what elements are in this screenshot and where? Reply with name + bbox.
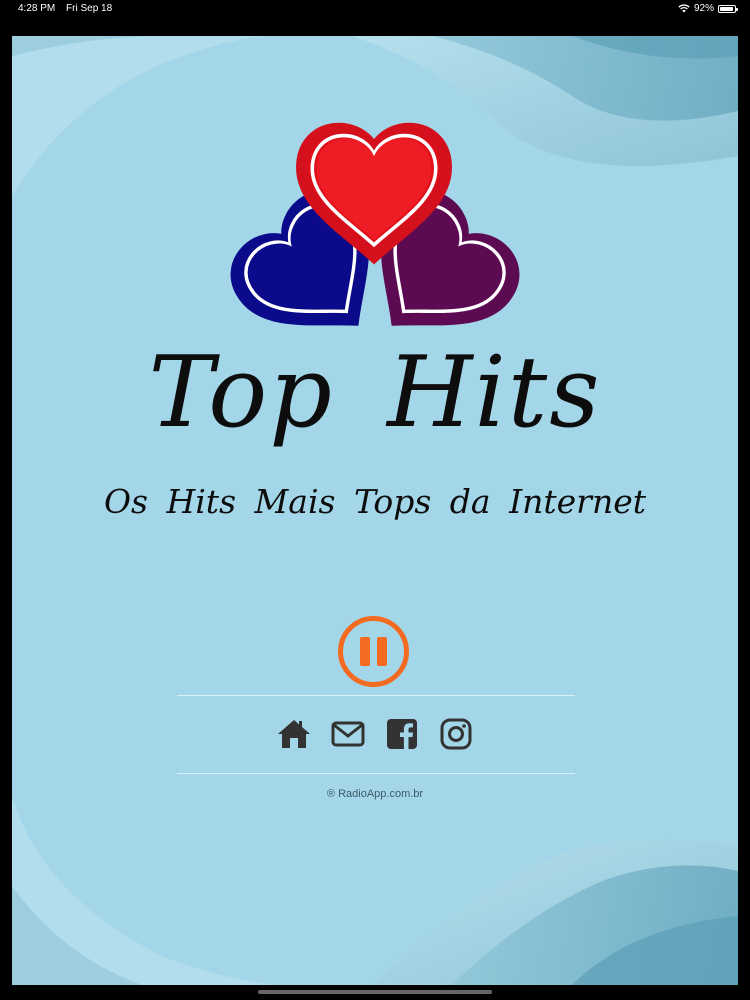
home-indicator[interactable] — [258, 990, 492, 994]
battery-fill — [720, 6, 733, 11]
social-icons — [12, 716, 738, 752]
status-left: 4:28 PM Fri Sep 18 — [18, 3, 120, 14]
app-screen: Top Hits Os Hits Mais Tops da Internet ®… — [12, 36, 738, 985]
facebook-icon[interactable] — [384, 716, 420, 752]
battery-icon — [718, 4, 738, 13]
logo-hearts — [12, 36, 738, 356]
logo-title: Top Hits — [148, 336, 602, 450]
pause-button[interactable] — [337, 615, 410, 688]
wifi-icon — [678, 4, 690, 13]
battery-percent: 92% — [693, 3, 714, 14]
instagram-icon[interactable] — [438, 716, 474, 752]
envelope-icon[interactable] — [330, 716, 366, 752]
divider-top — [177, 695, 575, 696]
status-time: 4:28 PM — [18, 3, 56, 14]
status-bar: 4:28 PM Fri Sep 18 92% — [0, 0, 750, 36]
status-right: 92% — [678, 3, 738, 14]
footer-credit: ® RadioApp.com.br — [326, 788, 424, 800]
logo-subtitle: Os Hits Mais Tops da Internet — [104, 482, 646, 521]
pause-button-ring — [338, 616, 409, 687]
pause-icon — [360, 637, 387, 666]
status-date: Fri Sep 18 — [66, 3, 113, 14]
home-icon[interactable] — [276, 716, 312, 752]
divider-bottom — [177, 773, 575, 774]
